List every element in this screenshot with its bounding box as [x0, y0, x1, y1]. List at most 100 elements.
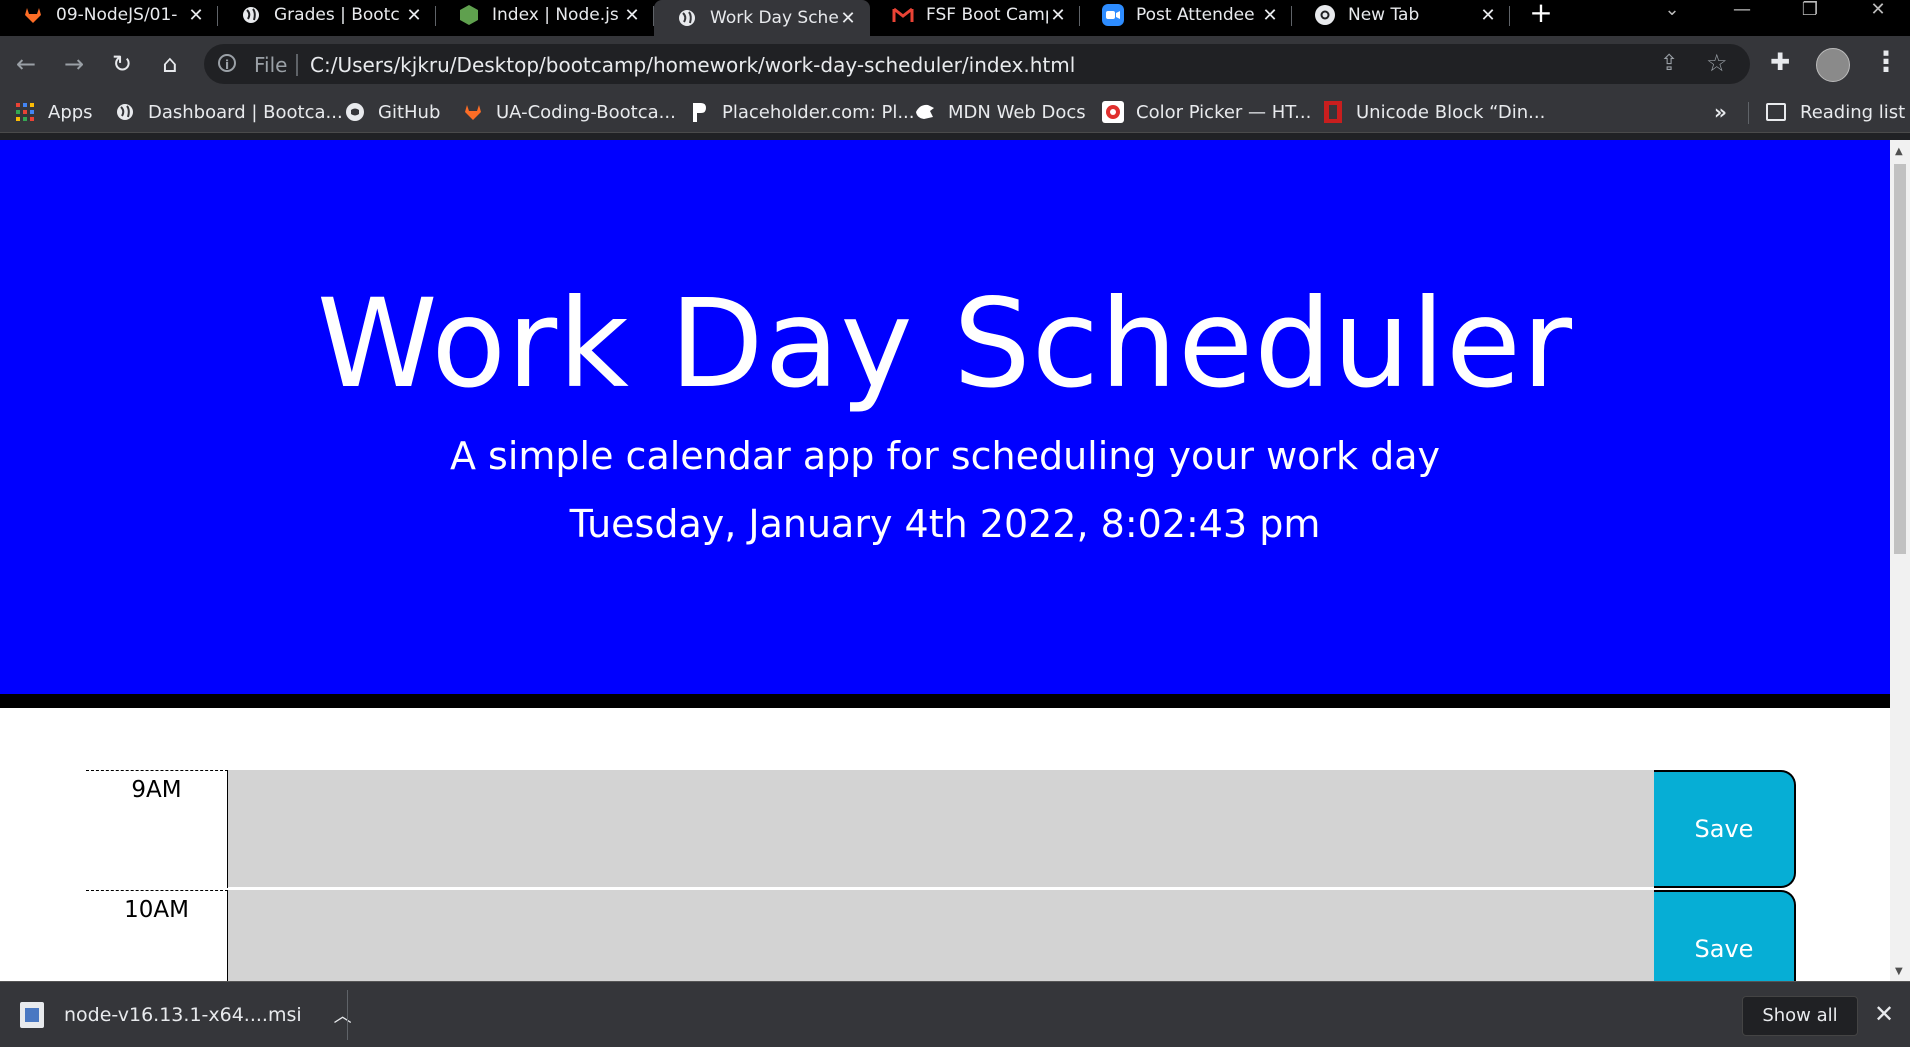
current-day: Tuesday, January 4th 2022, 8:02:43 pm [569, 502, 1321, 546]
jumbotron-header: Work Day Scheduler A simple calendar app… [0, 140, 1890, 708]
globe-icon [676, 7, 698, 29]
close-tab-icon[interactable]: ✕ [1478, 5, 1498, 26]
gitlab-icon [22, 4, 44, 26]
close-tab-icon[interactable]: ✕ [622, 5, 642, 26]
gitlab-icon [462, 101, 484, 123]
more-menu-icon[interactable]: ⋮ [1872, 44, 1900, 80]
bookmark-label: Unicode Block “Din... [1356, 101, 1546, 123]
close-shelf-icon[interactable]: ✕ [1874, 1000, 1894, 1028]
download-file-name: node-v16.13.1-x64....msi [64, 1004, 302, 1026]
tab-title: Grades | Bootc [274, 5, 400, 25]
hour-label: 10AM [86, 890, 228, 981]
scroll-down-arrow-icon[interactable]: ▼ [1895, 966, 1903, 977]
event-description-input[interactable] [228, 770, 1654, 888]
tab-search-icon[interactable]: ⌄ [1642, 0, 1702, 30]
close-tab-icon[interactable]: ✕ [404, 5, 424, 26]
download-item[interactable]: node-v16.13.1-x64....msi ︿ [20, 982, 352, 1047]
nodejs-icon [458, 4, 480, 26]
back-icon[interactable]: ← [10, 48, 42, 80]
tab-title: Post Attendee [1136, 5, 1255, 25]
tab-title: FSF Boot Camp [926, 5, 1048, 25]
window-close-icon[interactable]: ✕ [1848, 0, 1908, 30]
tab-title: Index | Node.js [492, 5, 619, 25]
chrome-icon [1314, 4, 1336, 26]
close-tab-icon[interactable]: ✕ [186, 5, 206, 26]
save-button[interactable]: Save [1654, 770, 1796, 888]
bookmark-github[interactable]: GitHub [344, 92, 440, 132]
close-tab-icon[interactable]: ✕ [838, 8, 858, 29]
bookmark-label: GitHub [378, 101, 441, 123]
mdn-icon [914, 101, 936, 123]
page-title: Work Day Scheduler [316, 273, 1574, 415]
page-viewport: Work Day Scheduler A simple calendar app… [0, 140, 1890, 981]
scheme-label: File [254, 53, 288, 77]
browser-toolbar: ← → ↻ ⌂ i File C:/Users/kjkru/Desktop/bo… [0, 36, 1910, 92]
home-icon[interactable]: ⌂ [154, 48, 186, 80]
tab-work-day-scheduler[interactable]: Work Day Sche ✕ [654, 0, 870, 36]
restore-icon[interactable]: ❐ [1780, 0, 1840, 30]
info-icon[interactable]: i [218, 54, 236, 72]
tab-title: New Tab [1348, 5, 1420, 25]
tab-new-tab[interactable]: New Tab ✕ [1292, 0, 1510, 30]
chevron-up-icon[interactable]: ︿ [334, 1002, 352, 1028]
color-picker-icon [1102, 101, 1124, 123]
tab-nodejs-index[interactable]: Index | Node.js ✕ [436, 0, 654, 30]
scrollbar-thumb[interactable] [1894, 164, 1906, 554]
save-button[interactable]: Save [1654, 890, 1796, 981]
show-all-button[interactable]: Show all [1742, 996, 1858, 1036]
profile-avatar[interactable] [1816, 48, 1850, 82]
zoom-icon [1102, 4, 1124, 26]
url-text[interactable]: C:/Users/kjkru/Desktop/bootcamp/homework… [310, 53, 1075, 77]
share-icon[interactable]: ⇪ [1660, 51, 1678, 76]
event-description-input[interactable] [228, 890, 1654, 981]
installer-file-icon [20, 1002, 44, 1028]
bookmark-mdn[interactable]: MDN Web Docs [914, 92, 1086, 132]
close-tab-icon[interactable]: ✕ [1260, 5, 1280, 26]
github-icon [344, 101, 366, 123]
globe-icon [114, 101, 136, 123]
bookmark-star-icon[interactable]: ☆ [1706, 49, 1728, 77]
scroll-up-arrow-icon[interactable]: ▲ [1895, 146, 1903, 157]
bookmark-label: Apps [48, 101, 93, 123]
time-block-9am: 9AM Save [86, 770, 1796, 888]
new-tab-icon[interactable]: + [1524, 0, 1558, 30]
bookmark-unicode-block[interactable]: Unicode Block “Din... [1322, 92, 1545, 132]
tab-fsf-boot-camp[interactable]: FSF Boot Camp ✕ [870, 0, 1080, 30]
tab-nodejs-activity[interactable]: 09-NodeJS/01- ✕ [0, 0, 218, 30]
bookmark-label: UA-Coding-Bootca... [496, 101, 676, 123]
bookmark-placeholder[interactable]: Placeholder.com: Pl... [688, 92, 915, 132]
reading-list-button[interactable]: Reading list [1766, 92, 1905, 132]
close-tab-icon[interactable]: ✕ [1048, 5, 1068, 26]
placeholder-icon [688, 101, 710, 123]
bookmark-label: Placeholder.com: Pl... [722, 101, 915, 123]
apps-grid-icon [14, 101, 36, 123]
tab-strip: 09-NodeJS/01- ✕ Grades | Bootc ✕ Index |… [0, 0, 1910, 36]
reload-icon[interactable]: ↻ [106, 48, 138, 80]
bookmark-apps[interactable]: Apps [14, 92, 93, 132]
browser-window: 09-NodeJS/01- ✕ Grades | Bootc ✕ Index |… [0, 0, 1910, 1047]
tab-title: 09-NodeJS/01- [56, 5, 178, 25]
bookmarks-bar: Apps Dashboard | Bootca... GitHub UA-Cod… [0, 92, 1910, 133]
reading-list-icon [1766, 103, 1786, 121]
tab-post-attendee[interactable]: Post Attendee ✕ [1080, 0, 1292, 30]
bookmark-ua-coding-bootcamp[interactable]: UA-Coding-Bootca... [462, 92, 676, 132]
globe-icon [240, 4, 262, 26]
page-lead: A simple calendar app for scheduling you… [449, 434, 1441, 478]
extensions-puzzle-icon[interactable]: ✚ [1770, 48, 1790, 76]
bookmark-label: Color Picker — HT... [1136, 101, 1312, 123]
bookmark-color-picker[interactable]: Color Picker — HT... [1102, 92, 1311, 132]
bookmark-dashboard[interactable]: Dashboard | Bootca... [114, 92, 343, 132]
gmail-icon [892, 4, 914, 26]
unicode-icon [1322, 101, 1344, 123]
page-scrollbar[interactable]: ▲ ▼ [1890, 140, 1910, 981]
bookmark-label: MDN Web Docs [948, 101, 1086, 123]
bookmarks-overflow-chevron[interactable]: » [1714, 100, 1727, 124]
forward-icon[interactable]: → [58, 48, 90, 80]
download-shelf: node-v16.13.1-x64....msi ︿ Show all ✕ [0, 981, 1910, 1047]
tab-grades[interactable]: Grades | Bootc ✕ [218, 0, 436, 30]
hour-label: 9AM [86, 770, 228, 888]
bookmark-label: Dashboard | Bootca... [148, 101, 343, 123]
minimize-icon[interactable]: — [1712, 0, 1772, 30]
reading-list-label: Reading list [1800, 101, 1906, 123]
address-bar[interactable]: i File C:/Users/kjkru/Desktop/bootcamp/h… [204, 44, 1750, 84]
